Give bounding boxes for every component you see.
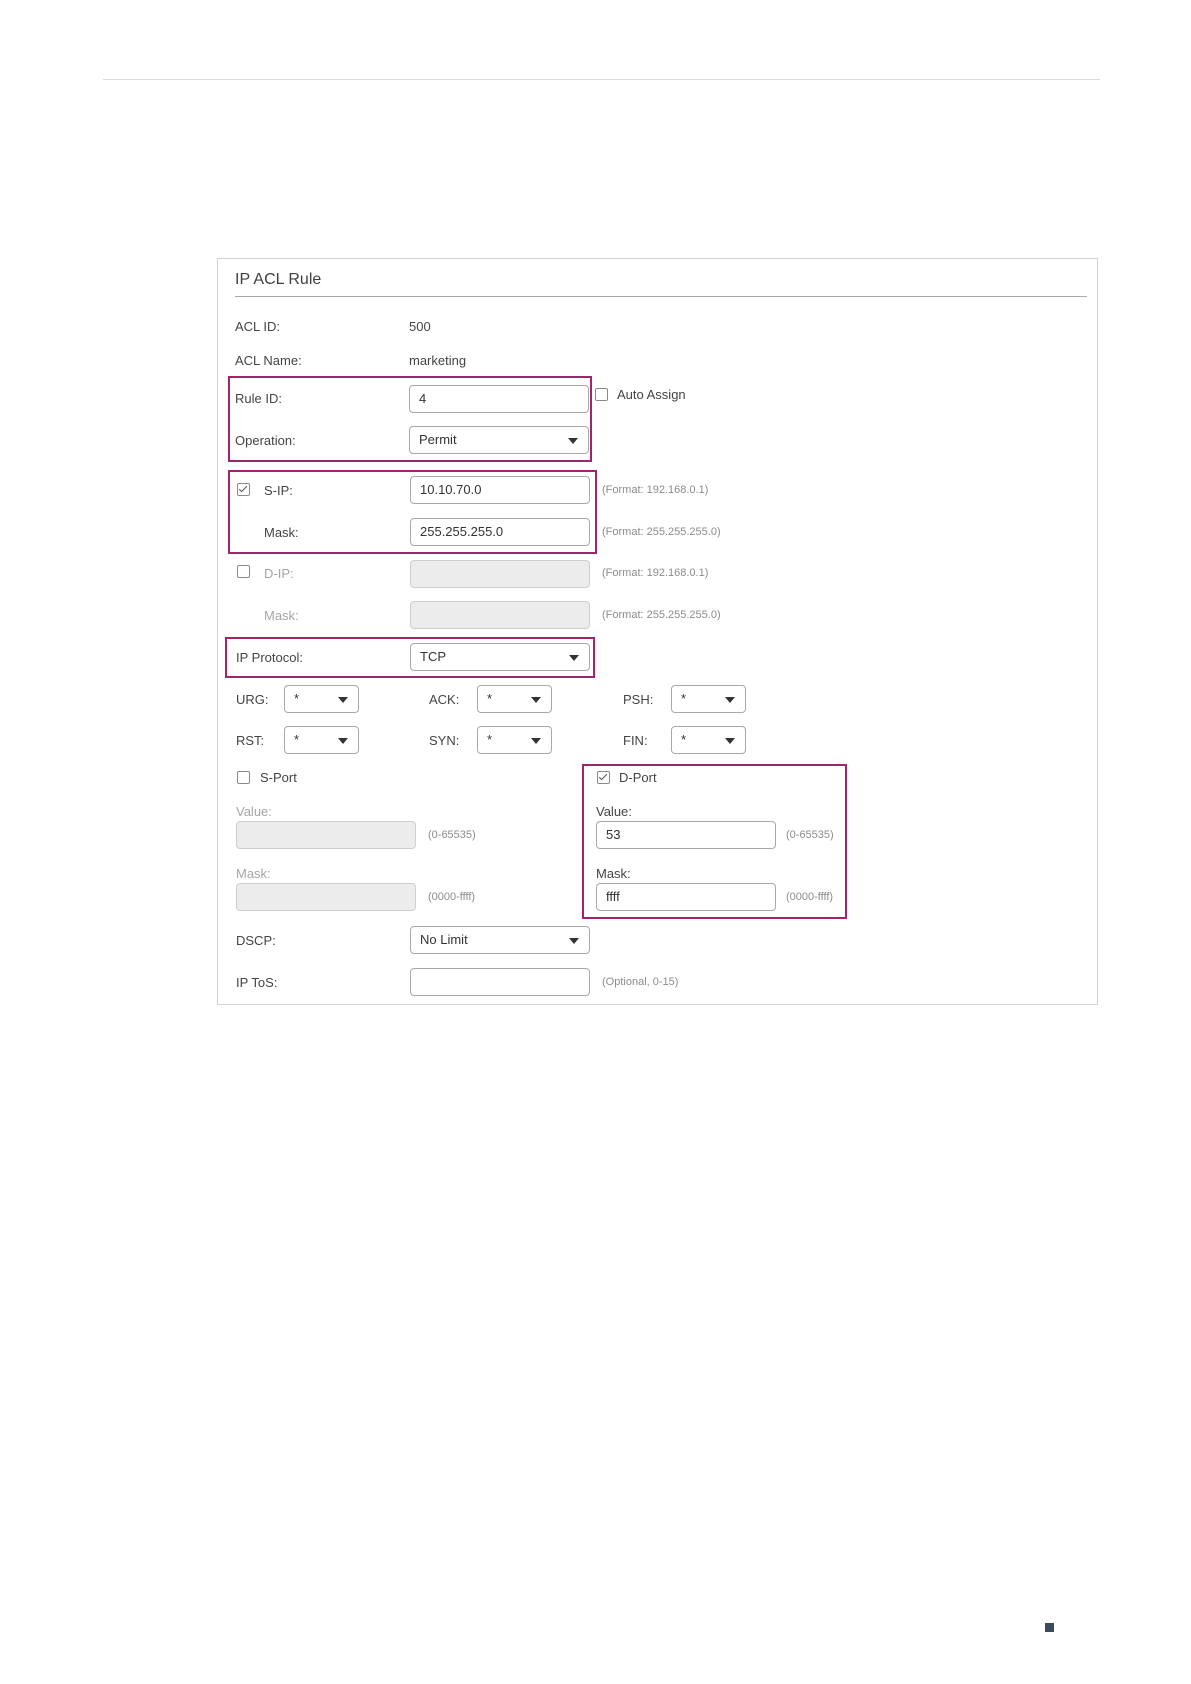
fin-value: * [681, 732, 687, 747]
auto-assign-label: Auto Assign [617, 387, 686, 402]
dscp-select[interactable]: No Limit [410, 926, 590, 954]
dip-mask-label: Mask: [264, 608, 299, 623]
rst-value: * [294, 732, 300, 747]
dscp-value: No Limit [420, 932, 468, 947]
sip-format-hint: (Format: 192.168.0.1) [602, 484, 709, 496]
sport-label: S-Port [260, 770, 297, 785]
ack-label: ACK: [429, 692, 460, 707]
psh-value: * [681, 691, 687, 706]
dip-checkbox[interactable] [237, 565, 250, 578]
acl-id-value: 500 [409, 319, 431, 334]
highlight-ip-protocol [225, 637, 595, 678]
sport-value-label: Value: [236, 804, 272, 819]
rst-label: RST: [236, 733, 265, 748]
acl-name-value: marketing [409, 353, 467, 368]
syn-value: * [487, 732, 493, 747]
chevron-down-icon [725, 697, 735, 703]
ack-select[interactable]: * [477, 685, 552, 713]
chevron-down-icon [531, 697, 541, 703]
sport-value-input[interactable] [236, 821, 416, 849]
chevron-down-icon [531, 738, 541, 744]
page-marker-square [1045, 1623, 1054, 1632]
dip-mask-format-hint: (Format: 255.255.255.0) [602, 609, 721, 621]
psh-label: PSH: [623, 692, 654, 707]
highlight-sip [228, 470, 597, 554]
sport-mask-input[interactable] [236, 883, 416, 911]
ip-tos-label: IP ToS: [236, 975, 278, 990]
sip-mask-format-hint: (Format: 255.255.255.0) [602, 526, 721, 538]
auto-assign-checkbox[interactable] [595, 388, 608, 401]
chevron-down-icon [338, 697, 348, 703]
highlight-dport [582, 764, 847, 919]
rst-select[interactable]: * [284, 726, 359, 754]
acl-name-label: ACL Name: [235, 353, 302, 368]
sport-checkbox[interactable] [237, 771, 250, 784]
panel-title: IP ACL Rule [235, 271, 322, 288]
sport-mask-label: Mask: [236, 866, 271, 881]
syn-label: SYN: [429, 733, 460, 748]
urg-select[interactable]: * [284, 685, 359, 713]
psh-select[interactable]: * [671, 685, 746, 713]
urg-label: URG: [236, 692, 269, 707]
acl-id-label: ACL ID: [235, 319, 281, 334]
urg-value: * [294, 691, 300, 706]
chevron-down-icon [338, 738, 348, 744]
dip-mask-input[interactable] [410, 601, 590, 629]
panel-title-divider [235, 296, 1087, 297]
page-top-rule [103, 79, 1100, 80]
dip-input[interactable] [410, 560, 590, 588]
sport-value-hint: (0-65535) [428, 829, 476, 841]
chevron-down-icon [569, 938, 579, 944]
dscp-label: DSCP: [236, 933, 276, 948]
sport-mask-hint: (0000-ffff) [428, 891, 476, 903]
highlight-rule-operation [228, 376, 592, 462]
fin-select[interactable]: * [671, 726, 746, 754]
fin-label: FIN: [623, 733, 648, 748]
ip-tos-input[interactable] [410, 968, 590, 996]
dip-format-hint: (Format: 192.168.0.1) [602, 567, 709, 579]
dip-label: D-IP: [264, 566, 294, 581]
ack-value: * [487, 691, 493, 706]
chevron-down-icon [725, 738, 735, 744]
syn-select[interactable]: * [477, 726, 552, 754]
ip-tos-hint: (Optional, 0-15) [602, 976, 679, 988]
